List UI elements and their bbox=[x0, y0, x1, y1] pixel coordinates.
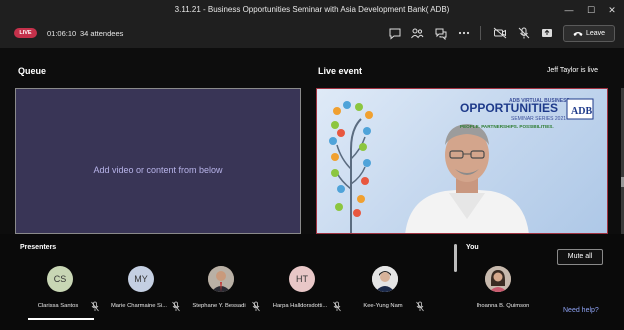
toolbar-separator bbox=[480, 26, 481, 40]
avatar: MY bbox=[128, 266, 154, 292]
maximize-icon[interactable]: ☐ bbox=[584, 3, 598, 17]
mic-off-icon[interactable] bbox=[415, 301, 425, 312]
presenter-tile[interactable]: Stephane Y. Bessadi bbox=[187, 266, 265, 326]
selected-presenter-indicator bbox=[28, 318, 94, 320]
presenter-name: Clarissa Santos bbox=[37, 303, 79, 309]
leave-label: Leave bbox=[586, 30, 606, 37]
slide-tagline: PEOPLE. PARTNERSHIPS. POSSIBILITIES. bbox=[460, 124, 554, 129]
live-video[interactable]: ADB VIRTUAL BUSINESS OPPORTUNITIES SEMIN… bbox=[316, 88, 608, 234]
adb-logo-text: ADB bbox=[571, 106, 592, 117]
attendee-count: 34 attendees bbox=[80, 29, 124, 38]
mic-off-icon[interactable] bbox=[90, 301, 100, 312]
queue-drop-area[interactable]: Add video or content from below bbox=[15, 88, 301, 234]
presenter-tile[interactable]: HT Harpa Halldorsdotti... bbox=[268, 266, 346, 326]
avatar bbox=[372, 266, 398, 292]
title-bar: 3.11.21 - Business Opportunities Seminar… bbox=[0, 0, 624, 20]
queue-hint: Add video or content from below bbox=[93, 165, 223, 175]
mic-off-icon[interactable] bbox=[171, 301, 181, 312]
you-tile[interactable]: Ihoanna B. Quimson bbox=[464, 266, 542, 326]
leave-button[interactable]: Leave bbox=[563, 25, 615, 42]
window-title: 3.11.21 - Business Opportunities Seminar… bbox=[174, 5, 450, 14]
presenters-label: Presenters bbox=[20, 244, 57, 251]
presenter-name: Harpa Halldorsdotti... bbox=[272, 303, 328, 309]
main-stage: Queue Live event Jeff Taylor is live Add… bbox=[0, 48, 624, 234]
avatar bbox=[208, 266, 234, 292]
avatar: CS bbox=[47, 266, 73, 292]
camera-off-icon[interactable] bbox=[493, 26, 507, 40]
meeting-timer: 01:06:10 bbox=[47, 29, 77, 38]
presenter-name: Marie Charmaine Si... bbox=[110, 303, 168, 309]
minimize-icon[interactable]: — bbox=[562, 3, 576, 17]
presenter-name: Kee-Yung Nam bbox=[363, 303, 403, 309]
presenter-tile[interactable]: CS Clarissa Santos bbox=[26, 266, 104, 326]
mute-all-button[interactable]: Mute all bbox=[557, 249, 603, 265]
you-label: You bbox=[466, 244, 479, 251]
chat-icon[interactable] bbox=[388, 26, 402, 40]
user-photo-icon bbox=[485, 266, 511, 292]
presenter-video bbox=[405, 124, 529, 233]
presenter-tile[interactable]: MY Marie Charmaine Si... bbox=[107, 266, 185, 326]
people-icon[interactable] bbox=[410, 26, 424, 40]
avatar: HT bbox=[289, 266, 315, 292]
tree-illustration-icon bbox=[329, 101, 373, 233]
you-name: Ihoanna B. Quimson bbox=[476, 303, 530, 309]
mic-off-icon[interactable] bbox=[332, 301, 342, 312]
meeting-toolbar: LIVE 01:06:10 34 attendees Leave bbox=[0, 20, 624, 48]
qa-icon[interactable] bbox=[434, 26, 448, 41]
live-presenter-status: Jeff Taylor is live bbox=[546, 67, 598, 74]
mic-off-icon[interactable] bbox=[251, 301, 261, 312]
avatar bbox=[485, 266, 511, 292]
slide-headline: OPPORTUNITIES bbox=[460, 101, 558, 115]
live-event-title: Live event bbox=[318, 66, 363, 76]
user-photo-icon bbox=[208, 266, 234, 292]
presenter-tile[interactable]: Kee-Yung Nam bbox=[351, 266, 429, 326]
presenters-panel: Presenters You Mute all CS Clarissa Sant… bbox=[0, 234, 624, 330]
live-badge: LIVE bbox=[14, 28, 37, 38]
need-help-link[interactable]: Need help? bbox=[563, 307, 599, 314]
live-video-frame: ADB VIRTUAL BUSINESS OPPORTUNITIES SEMIN… bbox=[329, 98, 594, 233]
slide-series: SEMINAR SERIES 2021 bbox=[511, 116, 566, 122]
close-icon[interactable]: ✕ bbox=[605, 3, 619, 17]
mic-off-icon[interactable] bbox=[517, 26, 531, 40]
share-icon[interactable] bbox=[540, 26, 554, 40]
user-photo-icon bbox=[372, 266, 398, 292]
more-icon[interactable] bbox=[457, 26, 471, 40]
queue-title: Queue bbox=[18, 66, 47, 76]
presenter-name: Stephane Y. Bessadi bbox=[192, 303, 246, 309]
hang-up-icon bbox=[573, 32, 583, 36]
panel-divider bbox=[454, 244, 457, 272]
